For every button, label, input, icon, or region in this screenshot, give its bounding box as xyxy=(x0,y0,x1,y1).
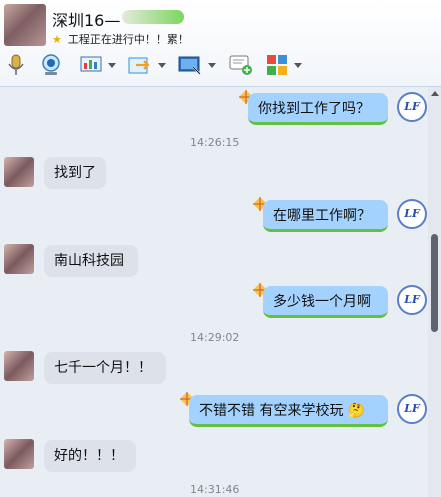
scrollbar-thumb[interactable] xyxy=(431,234,438,332)
sms-icon xyxy=(229,55,252,75)
contact-avatar-small[interactable] xyxy=(4,244,34,274)
self-avatar[interactable]: LF xyxy=(397,92,427,122)
remote-desktop-icon xyxy=(178,56,201,75)
sms-button[interactable] xyxy=(229,52,253,78)
file-transfer-button[interactable] xyxy=(128,52,166,78)
message-timestamp: 14:31:46 xyxy=(190,483,240,496)
message-timestamp: 14:29:02 xyxy=(190,331,240,344)
scroll-up-icon[interactable] xyxy=(431,91,439,96)
thinking-face-icon: 🤔 xyxy=(347,403,366,419)
outgoing-message[interactable]: 不错不错 有空来学校玩 🤔 xyxy=(189,395,388,427)
incoming-message[interactable]: 好的！！！ xyxy=(44,440,136,472)
message-list[interactable]: 你找到工作了吗？ LF 14:26:15 找到了 在哪里工作啊？ LF 南山科技… xyxy=(0,87,428,497)
remote-desktop-button[interactable] xyxy=(178,52,216,78)
contact-avatar[interactable] xyxy=(4,4,46,46)
self-avatar[interactable]: LF xyxy=(397,285,427,315)
webcam-button[interactable] xyxy=(40,52,62,78)
outgoing-message[interactable]: 多少钱一个月啊 xyxy=(263,286,388,318)
screen-share-icon xyxy=(80,56,102,72)
chevron-down-icon[interactable] xyxy=(294,62,302,68)
microphone-icon xyxy=(8,54,24,75)
chevron-down-icon[interactable] xyxy=(208,62,216,68)
chevron-down-icon[interactable] xyxy=(158,62,166,68)
contact-avatar-small[interactable] xyxy=(4,157,34,187)
contact-status: ★ 工程正在进行中！！累！ xyxy=(52,31,189,47)
contact-avatar-small[interactable] xyxy=(4,351,34,381)
message-timestamp: 14:26:15 xyxy=(190,136,240,149)
chevron-down-icon[interactable] xyxy=(108,62,116,68)
outgoing-message[interactable]: 你找到工作了吗？ xyxy=(248,93,388,125)
contact-name-redacted xyxy=(122,10,184,24)
toolbar xyxy=(0,52,441,80)
star-icon: ★ xyxy=(52,33,62,46)
screen-share-button[interactable] xyxy=(80,52,116,78)
incoming-message[interactable]: 七千一个月！！ xyxy=(44,352,166,384)
chat-header: 深圳16— ★ 工程正在进行中！！累！ xyxy=(0,0,441,87)
webcam-icon xyxy=(42,54,60,75)
apps-button[interactable] xyxy=(266,52,302,78)
apps-icon xyxy=(267,55,287,75)
scrollbar[interactable] xyxy=(428,87,441,497)
self-avatar[interactable]: LF xyxy=(397,394,427,424)
contact-avatar-small[interactable] xyxy=(4,439,34,469)
outgoing-message[interactable]: 在哪里工作啊？ xyxy=(263,200,388,232)
incoming-message[interactable]: 南山科技园 xyxy=(44,245,138,277)
outgoing-message-text: 不错不错 有空来学校玩 xyxy=(199,403,344,419)
file-transfer-icon xyxy=(128,57,150,74)
microphone-button[interactable] xyxy=(6,52,26,78)
contact-name: 深圳16— xyxy=(52,11,121,30)
status-text: 工程正在进行中！！累！ xyxy=(67,33,189,46)
self-avatar[interactable]: LF xyxy=(397,199,427,229)
incoming-message[interactable]: 找到了 xyxy=(44,157,106,189)
